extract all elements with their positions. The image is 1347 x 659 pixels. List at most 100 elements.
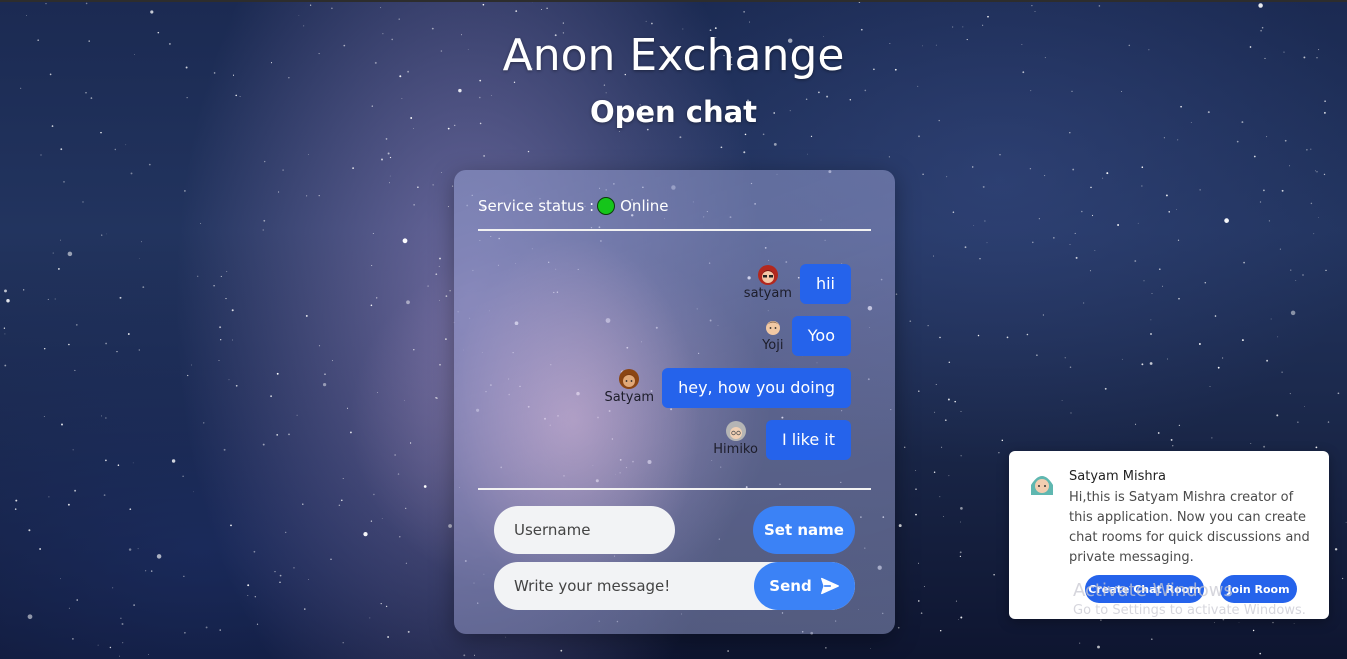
star (263, 219, 266, 222)
star (1259, 652, 1262, 655)
star (452, 185, 454, 187)
star (43, 416, 45, 417)
star (432, 184, 434, 186)
star (1071, 90, 1073, 92)
star (562, 22, 564, 24)
star (1258, 3, 1263, 8)
send-label: Send (769, 577, 812, 595)
star (363, 531, 368, 537)
star (941, 446, 943, 448)
star (109, 646, 112, 649)
send-button[interactable]: Send (754, 562, 855, 610)
star (1327, 421, 1330, 423)
star (1098, 5, 1101, 7)
star (184, 631, 186, 634)
star (960, 411, 962, 412)
star (203, 422, 205, 424)
star (106, 233, 107, 235)
star (436, 397, 438, 399)
star (1284, 139, 1287, 142)
star (1276, 414, 1279, 417)
star (410, 442, 412, 444)
star (385, 138, 388, 140)
star (952, 211, 955, 213)
star (1177, 139, 1179, 141)
star (918, 390, 920, 392)
star (187, 374, 189, 377)
star (439, 257, 441, 260)
star (406, 300, 410, 305)
join-room-button[interactable]: Join Room (1220, 575, 1297, 603)
star (171, 459, 176, 463)
message-bubble: hii (799, 264, 851, 304)
star (439, 300, 440, 302)
red-hair-avatar-icon (757, 265, 778, 285)
star (385, 605, 388, 608)
star (132, 462, 134, 464)
star (918, 135, 920, 138)
message-username: Yoji (762, 338, 784, 353)
star (515, 10, 518, 12)
star (993, 574, 995, 576)
star (1314, 170, 1316, 172)
star (1079, 642, 1081, 644)
star (1031, 4, 1033, 7)
star (4, 289, 7, 293)
star (308, 579, 310, 580)
message-author: Himiko (713, 420, 758, 457)
star (935, 383, 937, 385)
star (74, 489, 77, 492)
star (807, 153, 808, 155)
star (1263, 189, 1265, 192)
star (303, 25, 305, 27)
status-indicator-icon (597, 197, 616, 215)
star (427, 285, 429, 287)
star (380, 602, 382, 605)
star (927, 325, 929, 327)
star (150, 10, 154, 14)
star (864, 89, 867, 92)
star (262, 229, 264, 231)
star (474, 654, 475, 656)
star (1297, 421, 1299, 423)
star (605, 92, 607, 94)
star (318, 345, 321, 347)
star (934, 411, 936, 413)
star (213, 284, 215, 287)
star (1036, 354, 1038, 357)
star (651, 22, 653, 25)
star (85, 92, 87, 94)
window-top-border (0, 0, 1347, 2)
star (114, 148, 117, 151)
star (959, 551, 962, 554)
star (85, 2, 88, 5)
star (127, 333, 130, 335)
star (72, 638, 74, 640)
star (296, 414, 298, 416)
star (895, 293, 898, 295)
star (1323, 173, 1326, 176)
username-input[interactable] (494, 506, 675, 554)
star (373, 493, 375, 496)
star (278, 191, 280, 193)
star (1075, 256, 1078, 259)
star (483, 155, 485, 157)
set-name-button[interactable]: Set name (753, 506, 855, 554)
star (1261, 26, 1264, 29)
star (1313, 233, 1315, 235)
star (67, 503, 70, 506)
star (1141, 166, 1144, 168)
create-chat-room-button[interactable]: Create Chat Room (1085, 575, 1204, 603)
star (342, 641, 344, 644)
star (948, 475, 950, 477)
star (1044, 175, 1046, 177)
star (960, 455, 962, 457)
star (387, 636, 389, 638)
star (205, 626, 208, 629)
star (247, 584, 250, 587)
star (920, 612, 923, 614)
star (15, 499, 18, 502)
star (4, 333, 6, 335)
star (1069, 366, 1072, 368)
star (60, 148, 63, 151)
